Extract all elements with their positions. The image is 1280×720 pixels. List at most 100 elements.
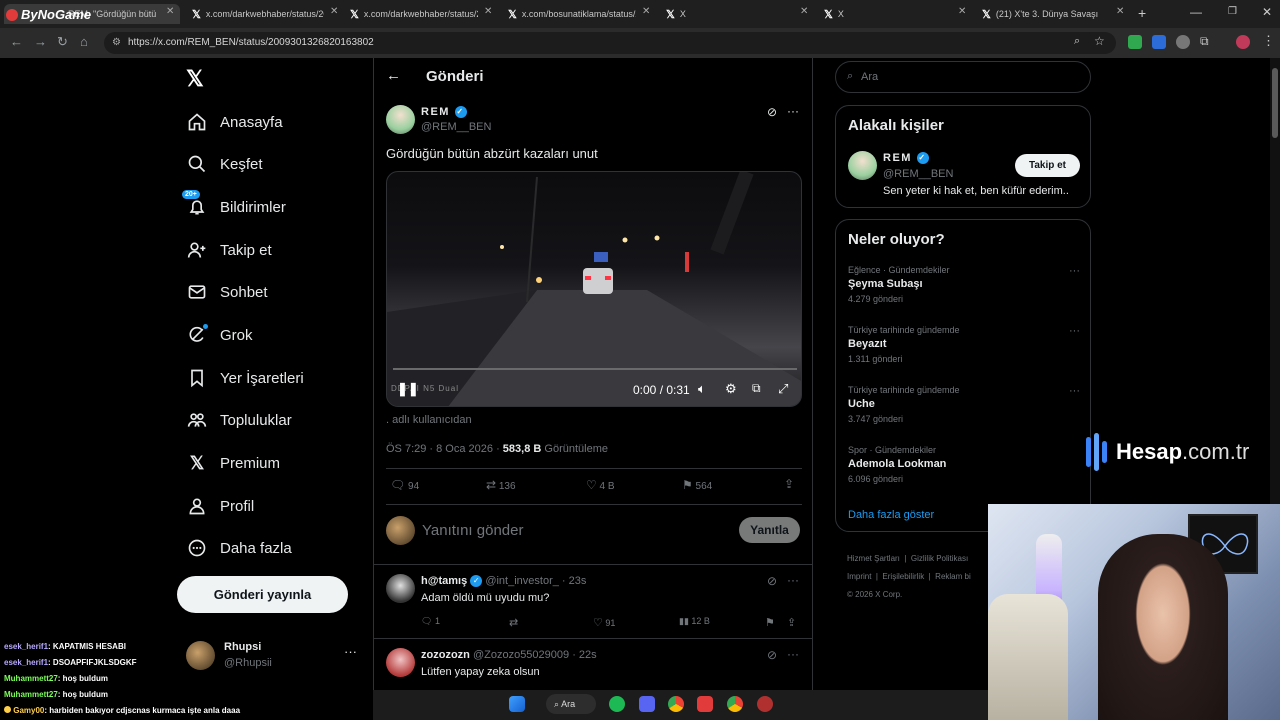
- more-dots-icon[interactable]: ···: [1069, 265, 1080, 277]
- browser-tab[interactable]: 𝕏 X: [824, 4, 952, 24]
- menu-icon[interactable]: ⋮: [1262, 33, 1275, 49]
- repost-action[interactable]: ⇄ 136: [486, 478, 516, 492]
- author-name-row[interactable]: REM ✓: [421, 106, 467, 119]
- post-button[interactable]: Gönderi yayınla: [177, 576, 348, 613]
- pip-icon[interactable]: ⧉: [752, 381, 761, 396]
- search-box[interactable]: ⌕ Ara: [835, 61, 1091, 93]
- bookmark-icon[interactable]: ⚑: [765, 616, 775, 629]
- volume-icon[interactable]: 🔈︎: [698, 381, 706, 397]
- like-action[interactable]: ♡ 91: [593, 616, 615, 629]
- video-progress-track[interactable]: [393, 368, 797, 370]
- footer-link[interactable]: Hizmet Şartları: [847, 554, 900, 563]
- chrome-icon[interactable]: [727, 696, 743, 712]
- fullscreen-icon[interactable]: ⤢: [778, 381, 788, 397]
- trend-item[interactable]: Spor · Gündemdekiler Ademola Lookman 6.0…: [848, 445, 1080, 484]
- minimize-icon[interactable]: —: [1190, 5, 1202, 19]
- back-arrow-icon[interactable]: ←: [386, 67, 401, 84]
- reply-item[interactable]: zozozozn @Zozozo55029009 · 22s ⊘ ··· Lüt…: [374, 639, 812, 690]
- video-source[interactable]: . adlı kullanıcıdan: [386, 414, 472, 426]
- reply-button[interactable]: Yanıtla: [739, 517, 800, 543]
- scrollbar-thumb[interactable]: [1272, 68, 1278, 138]
- sidebar-item-communities[interactable]: Topluluklar: [186, 405, 292, 435]
- reply-action[interactable]: 🗨︎ 94: [390, 478, 419, 492]
- browser-tab[interactable]: 𝕏 X: [666, 4, 796, 24]
- video-player[interactable]: DDPAI N5 Dual ❚❚ 0:00 / 0:31 🔈︎ ⚙ ⧉ ⤢: [386, 171, 802, 407]
- more-dots-icon[interactable]: ···: [787, 104, 799, 118]
- close-icon[interactable]: ✕: [330, 6, 338, 17]
- trend-item[interactable]: Eğlence · Gündemdekiler Şeyma Subaşı 4.2…: [848, 265, 1080, 304]
- home-icon[interactable]: ⌂: [80, 34, 88, 49]
- forward-icon[interactable]: →: [34, 34, 47, 49]
- app-icon[interactable]: [757, 696, 773, 712]
- close-window-icon[interactable]: ✕: [1262, 5, 1272, 19]
- close-icon[interactable]: ✕: [958, 6, 966, 17]
- account-switcher[interactable]: Rhupsi @Rhupsii ···: [186, 640, 362, 672]
- views-action[interactable]: ▮▮ 12 B: [679, 616, 710, 627]
- pause-icon[interactable]: ❚❚: [397, 381, 419, 397]
- new-tab-icon[interactable]: +: [1138, 5, 1146, 21]
- more-dots-icon[interactable]: ···: [1069, 325, 1080, 337]
- sidebar-item-home[interactable]: Anasayfa: [186, 107, 283, 137]
- chrome-icon[interactable]: [668, 696, 684, 712]
- restore-icon[interactable]: ❐: [1228, 6, 1237, 17]
- close-icon[interactable]: ✕: [484, 6, 492, 17]
- sidebar-item-profile[interactable]: Profil: [186, 491, 254, 521]
- grok-explain-icon[interactable]: ⊘: [767, 574, 777, 588]
- footer-link[interactable]: Erişilebilirlik: [882, 572, 924, 581]
- more-dots-icon[interactable]: ···: [1069, 385, 1080, 397]
- extension-icon[interactable]: [1176, 35, 1190, 49]
- sidebar-item-bookmarks[interactable]: Yer İşaretleri: [186, 363, 304, 393]
- browser-tab[interactable]: 𝕏 (21) X'te 3. Dünya Savaşı: [982, 4, 1108, 24]
- grok-explain-icon[interactable]: ⊘: [767, 105, 777, 119]
- address-bar[interactable]: ⚙ https://x.com/REM_BEN/status/200930132…: [104, 32, 1116, 54]
- more-dots-icon[interactable]: ···: [787, 647, 799, 661]
- related-name-row[interactable]: REM ✓: [883, 152, 929, 165]
- reply-input[interactable]: Yanıtını gönder: [422, 522, 523, 539]
- browser-tab[interactable]: 𝕏 x.com/darkwebhaber/status/20: [192, 4, 324, 24]
- site-info-icon[interactable]: ⚙: [112, 32, 121, 54]
- grok-explain-icon[interactable]: ⊘: [767, 648, 777, 662]
- footer-link[interactable]: Gizlilik Politikası: [911, 554, 968, 563]
- close-icon[interactable]: ✕: [642, 6, 650, 17]
- x-logo-icon[interactable]: 𝕏: [186, 66, 204, 92]
- trend-item[interactable]: Türkiye tarihinde gündemde Uche 3.747 gö…: [848, 385, 1080, 424]
- reply-action[interactable]: 🗨︎ 1: [421, 616, 440, 627]
- windows-start-icon[interactable]: [509, 696, 525, 712]
- share-icon[interactable]: ⇪: [787, 616, 796, 629]
- author-avatar[interactable]: [386, 105, 415, 134]
- related-avatar[interactable]: [848, 151, 877, 180]
- close-icon[interactable]: ✕: [166, 6, 174, 17]
- extension-audio-icon[interactable]: [1152, 35, 1166, 49]
- sidebar-item-messages[interactable]: Sohbet: [186, 277, 268, 307]
- app-icon[interactable]: [697, 696, 713, 712]
- like-action[interactable]: ♡ 4 B: [586, 478, 615, 492]
- bookmark-action[interactable]: ⚑ 564: [682, 478, 712, 492]
- spotify-icon[interactable]: [609, 696, 625, 712]
- sidebar-item-grok[interactable]: Grok: [186, 320, 253, 350]
- trend-item[interactable]: Türkiye tarihinde gündemde Beyazıt 1.311…: [848, 325, 1080, 364]
- extensions-puzzle-icon[interactable]: ⧉: [1200, 34, 1209, 49]
- close-icon[interactable]: ✕: [800, 6, 808, 17]
- follow-button[interactable]: Takip et: [1015, 154, 1080, 177]
- repost-icon[interactable]: ⇄: [509, 616, 518, 629]
- reply-item[interactable]: h@tamış ✓ @int_investor_ · 23s ⊘ ··· Ada…: [374, 565, 812, 637]
- sidebar-item-follow[interactable]: Takip et: [186, 235, 272, 265]
- footer-link[interactable]: Reklam bi: [935, 572, 971, 581]
- sidebar-item-premium[interactable]: 𝕏 Premium: [186, 448, 280, 478]
- more-dots-icon[interactable]: ···: [787, 573, 799, 587]
- discord-icon[interactable]: [639, 696, 655, 712]
- show-more-link[interactable]: Daha fazla göster: [848, 509, 934, 521]
- sidebar-item-notifications[interactable]: 20+ Bildirimler: [182, 190, 286, 222]
- more-dots-icon[interactable]: ···: [344, 644, 357, 659]
- close-icon[interactable]: ✕: [1116, 6, 1124, 17]
- reload-icon[interactable]: ↻: [57, 34, 68, 50]
- settings-gear-icon[interactable]: ⚙: [725, 381, 737, 397]
- zoom-icon[interactable]: ⌕: [1074, 35, 1080, 48]
- back-icon[interactable]: ←: [10, 34, 23, 49]
- profile-avatar-icon[interactable]: [1236, 35, 1250, 49]
- browser-tab[interactable]: 𝕏 x.com/darkwebhaber/status/20: [350, 4, 478, 24]
- footer-link[interactable]: Imprint: [847, 572, 871, 581]
- share-icon[interactable]: ⇪: [784, 477, 794, 491]
- extension-shield-icon[interactable]: [1128, 35, 1142, 49]
- star-icon[interactable]: ☆: [1094, 34, 1105, 48]
